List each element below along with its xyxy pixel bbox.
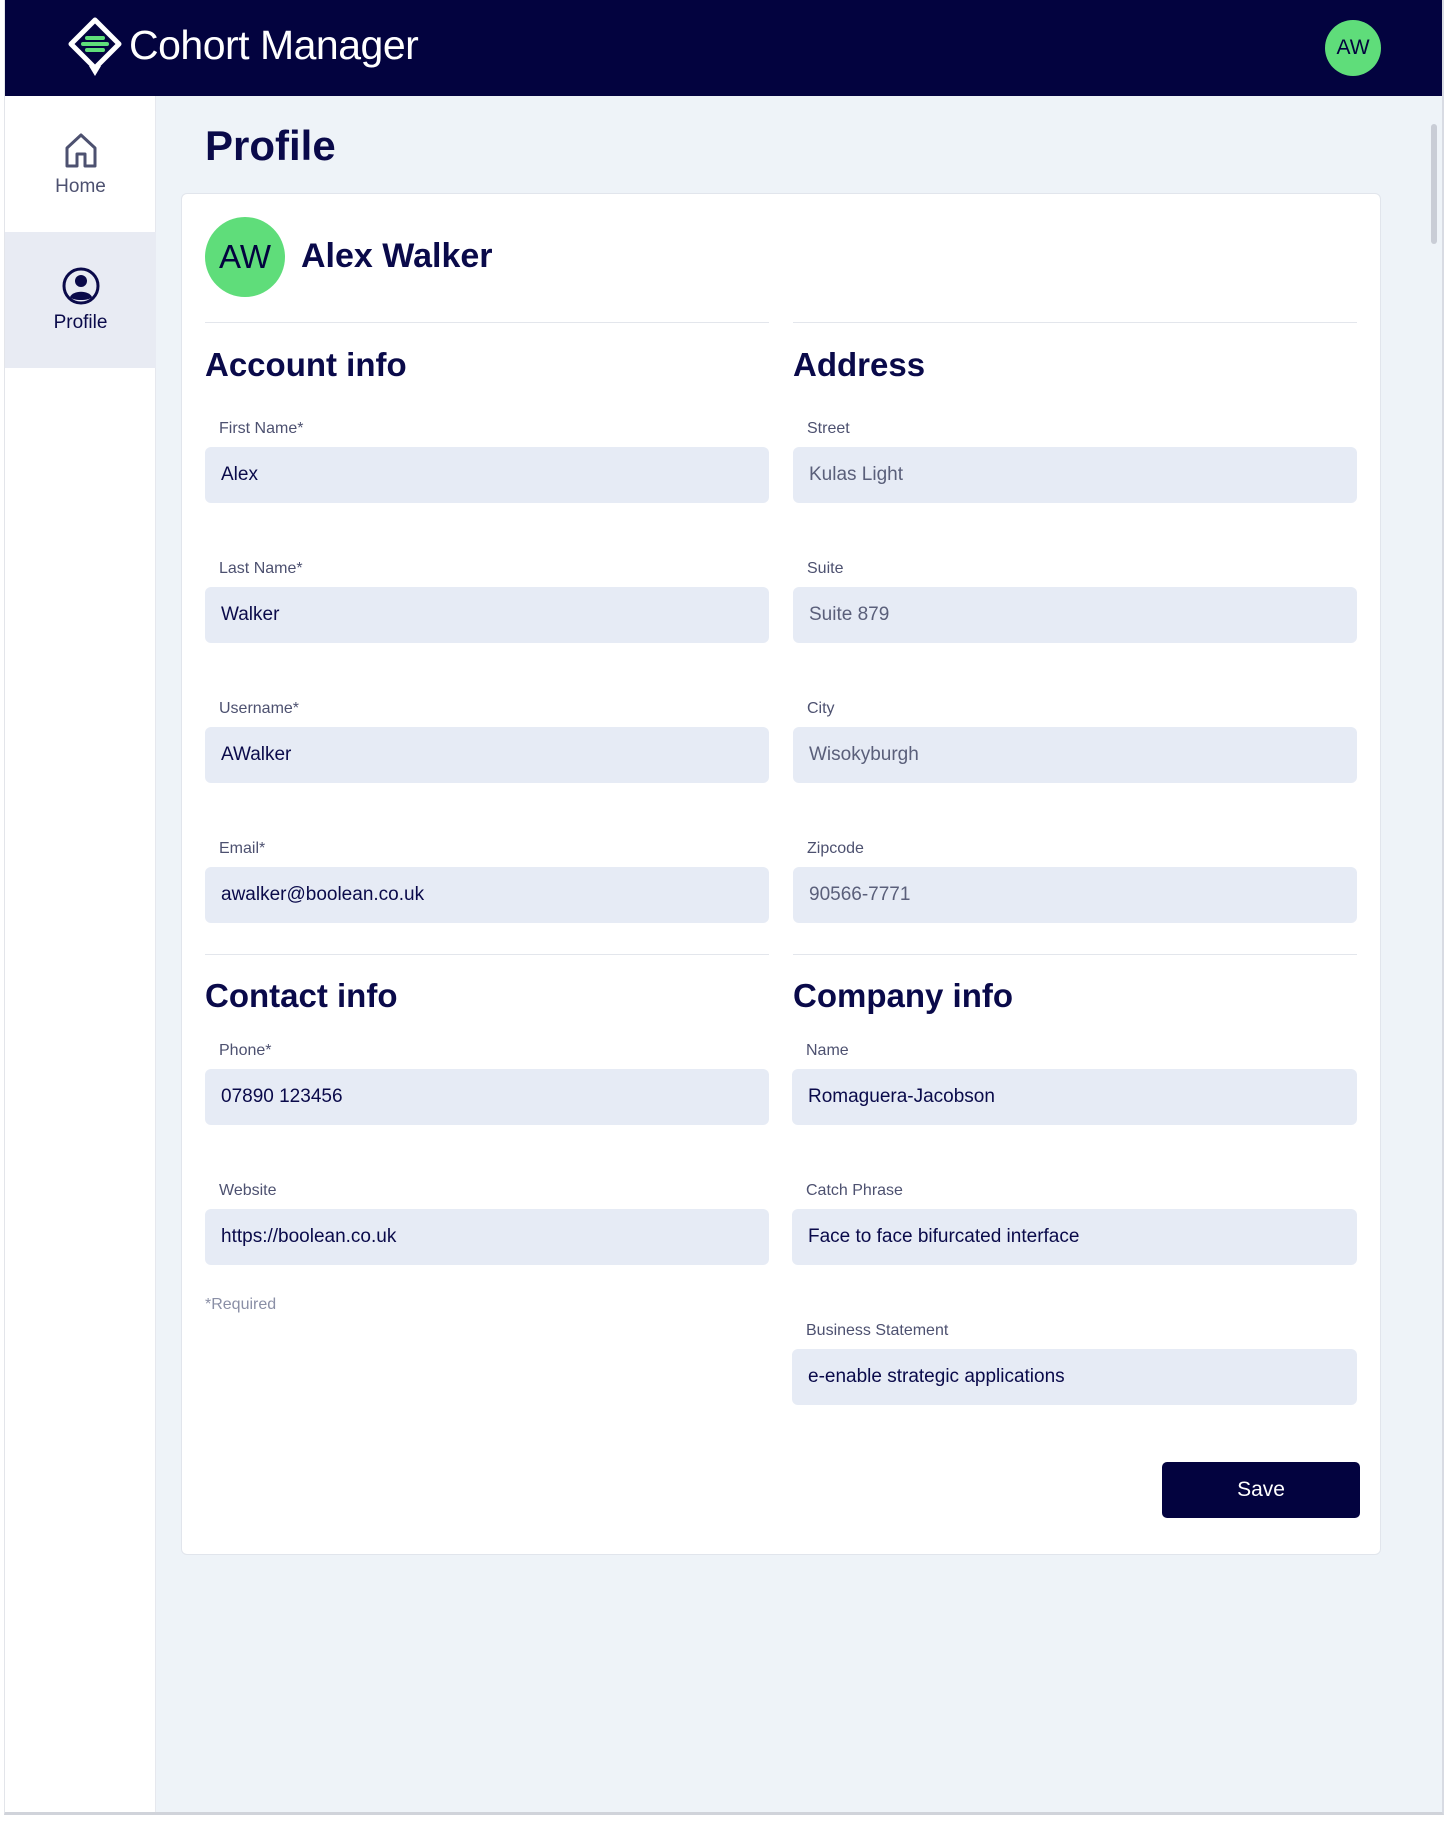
city-input[interactable] bbox=[793, 727, 1357, 783]
first-name-label: First Name* bbox=[219, 420, 304, 437]
app-window: Cohort Manager AW Home Profile Profile A… bbox=[4, 0, 1444, 1815]
last-name-label: Last Name* bbox=[219, 560, 303, 577]
street-label: Street bbox=[807, 420, 850, 437]
divider bbox=[793, 954, 1357, 955]
website-input[interactable] bbox=[205, 1209, 769, 1265]
section-title-company-info: Company info bbox=[793, 977, 1013, 1014]
catch-phrase-label: Catch Phrase bbox=[806, 1182, 903, 1199]
required-note: *Required bbox=[205, 1296, 277, 1313]
section-title-account-info: Account info bbox=[205, 346, 407, 383]
email-input[interactable] bbox=[205, 867, 769, 923]
first-name-input[interactable] bbox=[205, 447, 769, 503]
company-name-label: Name bbox=[806, 1042, 849, 1059]
sidebar-item-home[interactable]: Home bbox=[5, 96, 156, 232]
sidebar-item-label: Home bbox=[55, 176, 106, 197]
sidebar-item-profile[interactable]: Profile bbox=[5, 232, 156, 368]
user-circle-icon bbox=[62, 267, 99, 305]
profile-avatar: AW bbox=[205, 217, 285, 297]
business-statement-label: Business Statement bbox=[806, 1322, 949, 1339]
catch-phrase-input[interactable] bbox=[792, 1209, 1357, 1265]
save-button[interactable]: Save bbox=[1162, 1462, 1360, 1518]
page-title: Profile bbox=[205, 122, 336, 169]
vertical-scrollbar[interactable] bbox=[1431, 124, 1437, 244]
phone-input[interactable] bbox=[205, 1069, 769, 1125]
suite-label: Suite bbox=[807, 560, 844, 577]
profile-name: Alex Walker bbox=[301, 237, 493, 275]
sidebar: Home Profile bbox=[5, 96, 156, 1812]
username-input[interactable] bbox=[205, 727, 769, 783]
divider bbox=[205, 322, 769, 323]
username-label: Username* bbox=[219, 700, 300, 717]
sidebar-item-label: Profile bbox=[53, 312, 108, 333]
email-label: Email* bbox=[219, 840, 266, 857]
divider bbox=[793, 322, 1357, 323]
section-title-contact-info: Contact info bbox=[205, 977, 398, 1014]
zipcode-input[interactable] bbox=[793, 867, 1357, 923]
company-name-input[interactable] bbox=[792, 1069, 1357, 1125]
last-name-input[interactable] bbox=[205, 587, 769, 643]
business-statement-input[interactable] bbox=[792, 1349, 1357, 1405]
suite-input[interactable] bbox=[793, 587, 1357, 643]
street-input[interactable] bbox=[793, 447, 1357, 503]
main-content: Profile AW Alex Walker Account info Firs… bbox=[156, 96, 1442, 1812]
user-avatar-button[interactable]: AW bbox=[1325, 20, 1381, 76]
website-label: Website bbox=[219, 1182, 277, 1199]
home-icon bbox=[65, 133, 96, 168]
phone-label: Phone* bbox=[219, 1042, 272, 1059]
city-label: City bbox=[807, 700, 835, 717]
divider bbox=[205, 954, 769, 955]
top-header: Cohort Manager AW bbox=[5, 0, 1442, 96]
app-title: Cohort Manager bbox=[129, 22, 419, 68]
cohort-logo-icon bbox=[68, 17, 122, 76]
zipcode-label: Zipcode bbox=[807, 840, 864, 857]
profile-card: AW Alex Walker Account info First Name* … bbox=[181, 193, 1381, 1555]
section-title-address: Address bbox=[793, 346, 926, 383]
